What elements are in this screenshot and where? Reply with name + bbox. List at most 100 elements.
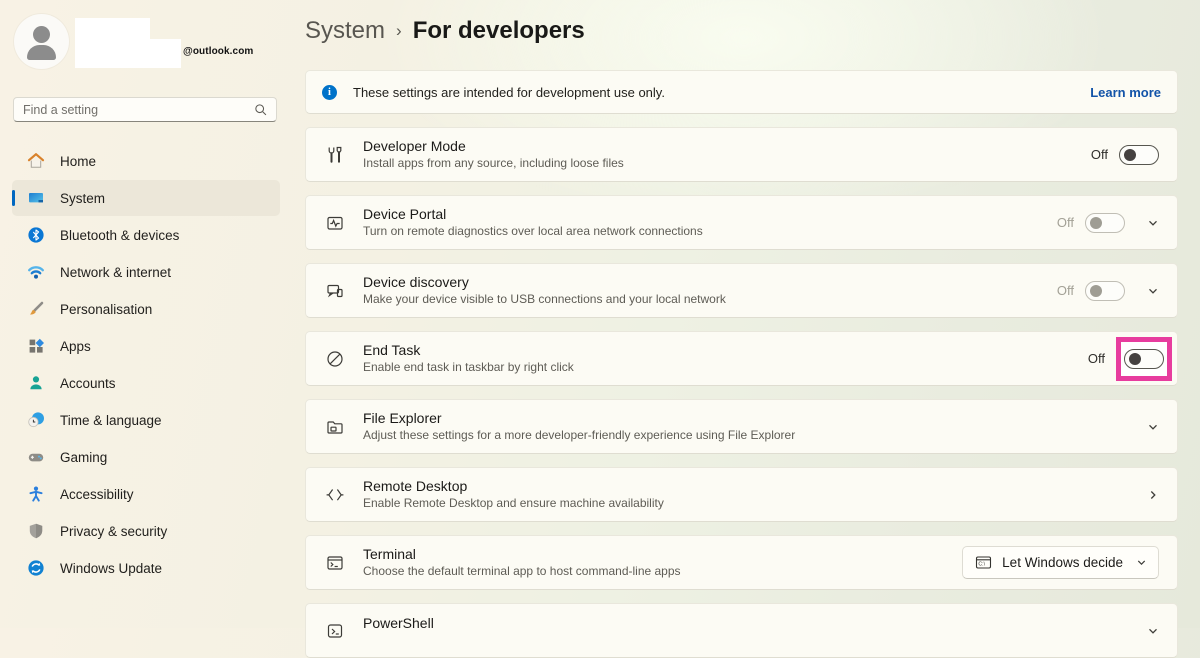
sidebar-item-label: Accessibility — [60, 487, 134, 502]
setting-subtitle: Install apps from any source, including … — [363, 156, 624, 171]
sidebar-item-label: Home — [60, 154, 96, 169]
powershell-icon — [325, 621, 345, 641]
terminal-default-dropdown[interactable]: C:\ Let Windows decide — [962, 546, 1159, 579]
sidebar-item-accounts[interactable]: Accounts — [12, 365, 280, 401]
setting-subtitle: Adjust these settings for a more develop… — [363, 428, 795, 443]
device-portal-toggle — [1085, 213, 1125, 233]
main-content: System › For developers i These settings… — [305, 0, 1178, 628]
setting-title: File Explorer — [363, 410, 795, 427]
developer-mode-toggle[interactable] — [1119, 145, 1159, 165]
sidebar-item-label: Accounts — [60, 376, 116, 391]
chevron-down-icon[interactable] — [1147, 217, 1159, 229]
sidebar-item-accessibility[interactable]: Accessibility — [12, 476, 280, 512]
sidebar-item-personalisation[interactable]: Personalisation — [12, 291, 280, 327]
tools-icon — [325, 145, 345, 165]
console-icon: C:\ — [975, 554, 992, 571]
bluetooth-icon — [27, 226, 45, 244]
setting-subtitle: Choose the default terminal app to host … — [363, 564, 681, 579]
accessibility-icon — [27, 485, 45, 503]
update-icon — [27, 559, 45, 577]
device-discovery-icon — [325, 281, 345, 301]
setting-subtitle: Turn on remote diagnostics over local ar… — [363, 224, 703, 239]
setting-title: Developer Mode — [363, 138, 624, 155]
device-discovery-toggle — [1085, 281, 1125, 301]
chevron-down-icon[interactable] — [1147, 625, 1159, 637]
chevron-down-icon[interactable] — [1147, 285, 1159, 297]
sidebar-item-network-internet[interactable]: Network & internet — [12, 254, 280, 290]
remote-desktop-icon — [325, 485, 345, 505]
toggle-state-label: Off — [1091, 147, 1108, 162]
banner-text: These settings are intended for developm… — [353, 85, 665, 100]
breadcrumb-parent[interactable]: System — [305, 14, 385, 47]
chevron-down-icon[interactable] — [1147, 421, 1159, 433]
search-box[interactable] — [13, 97, 277, 122]
setting-row-developer-mode: Developer Mode Install apps from any sou… — [305, 127, 1178, 182]
sidebar-item-windows-update[interactable]: Windows Update — [12, 550, 280, 586]
setting-title: PowerShell — [363, 615, 434, 632]
setting-subtitle: Enable Remote Desktop and ensure machine… — [363, 496, 664, 511]
setting-row-powershell[interactable]: PowerShell — [305, 603, 1178, 658]
setting-row-remote-desktop[interactable]: Remote Desktop Enable Remote Desktop and… — [305, 467, 1178, 522]
learn-more-link[interactable]: Learn more — [1090, 85, 1161, 100]
account-header[interactable]: @outlook.com — [13, 13, 292, 75]
setting-row-device-discovery[interactable]: Device discovery Make your device visibl… — [305, 263, 1178, 318]
end-task-toggle[interactable] — [1124, 349, 1164, 369]
home-icon — [27, 152, 45, 170]
user-email: @outlook.com — [183, 46, 253, 57]
search-input[interactable] — [23, 103, 254, 117]
clock-globe-icon — [27, 411, 45, 429]
sidebar-item-time-language[interactable]: Time & language — [12, 402, 280, 438]
page-title: For developers — [413, 14, 585, 47]
sidebar-item-label: Time & language — [60, 413, 162, 428]
setting-row-file-explorer[interactable]: File Explorer Adjust these settings for … — [305, 399, 1178, 454]
breadcrumb-separator: › — [396, 14, 402, 47]
sidebar-item-label: Apps — [60, 339, 91, 354]
toggle-state-label: Off — [1057, 283, 1074, 298]
setting-row-device-portal[interactable]: Device Portal Turn on remote diagnostics… — [305, 195, 1178, 250]
sidebar-item-label: Network & internet — [60, 265, 171, 280]
sidebar-item-apps[interactable]: Apps — [12, 328, 280, 364]
sidebar-item-label: Windows Update — [60, 561, 162, 576]
sidebar-item-label: Personalisation — [60, 302, 152, 317]
paintbrush-icon — [27, 300, 45, 318]
person-icon — [27, 374, 45, 392]
setting-title: Terminal — [363, 546, 681, 563]
search-icon — [254, 103, 268, 117]
setting-subtitle: Enable end task in taskbar by right clic… — [363, 360, 574, 375]
system-icon — [27, 189, 45, 207]
sidebar-item-system[interactable]: System — [12, 180, 280, 216]
end-task-icon — [325, 349, 345, 369]
sidebar-item-label: System — [60, 191, 105, 206]
toggle-knob — [1090, 217, 1102, 229]
sidebar-item-gaming[interactable]: Gaming — [12, 439, 280, 475]
folder-icon — [325, 417, 345, 437]
setting-row-terminal: Terminal Choose the default terminal app… — [305, 535, 1178, 590]
shield-icon — [27, 522, 45, 540]
toggle-state-label: Off — [1088, 351, 1105, 366]
breadcrumb: System › For developers — [305, 14, 1178, 49]
terminal-icon — [325, 553, 345, 573]
sidebar-item-privacy-security[interactable]: Privacy & security — [12, 513, 280, 549]
sidebar-item-label: Bluetooth & devices — [60, 228, 179, 243]
wifi-icon — [27, 263, 45, 281]
setting-title: Device discovery — [363, 274, 726, 291]
setting-title: End Task — [363, 342, 574, 359]
setting-row-end-task: End Task Enable end task in taskbar by r… — [305, 331, 1178, 386]
gamepad-icon — [27, 448, 45, 466]
info-banner: i These settings are intended for develo… — [305, 70, 1178, 114]
setting-subtitle: Make your device visible to USB connecti… — [363, 292, 726, 307]
toggle-state-label: Off — [1057, 215, 1074, 230]
toggle-knob — [1129, 353, 1141, 365]
sidebar-item-label: Gaming — [60, 450, 107, 465]
info-icon: i — [322, 85, 337, 100]
dropdown-value: Let Windows decide — [1002, 555, 1123, 570]
apps-icon — [27, 337, 45, 355]
device-portal-icon — [325, 213, 345, 233]
svg-text:C:\: C:\ — [979, 562, 986, 568]
sidebar-nav: Home System Bluetooth & devices Network … — [0, 143, 292, 586]
sidebar-item-bluetooth-devices[interactable]: Bluetooth & devices — [12, 217, 280, 253]
sidebar-item-home[interactable]: Home — [12, 143, 280, 179]
chevron-right-icon[interactable] — [1147, 489, 1159, 501]
toggle-knob — [1124, 149, 1136, 161]
setting-title: Device Portal — [363, 206, 703, 223]
